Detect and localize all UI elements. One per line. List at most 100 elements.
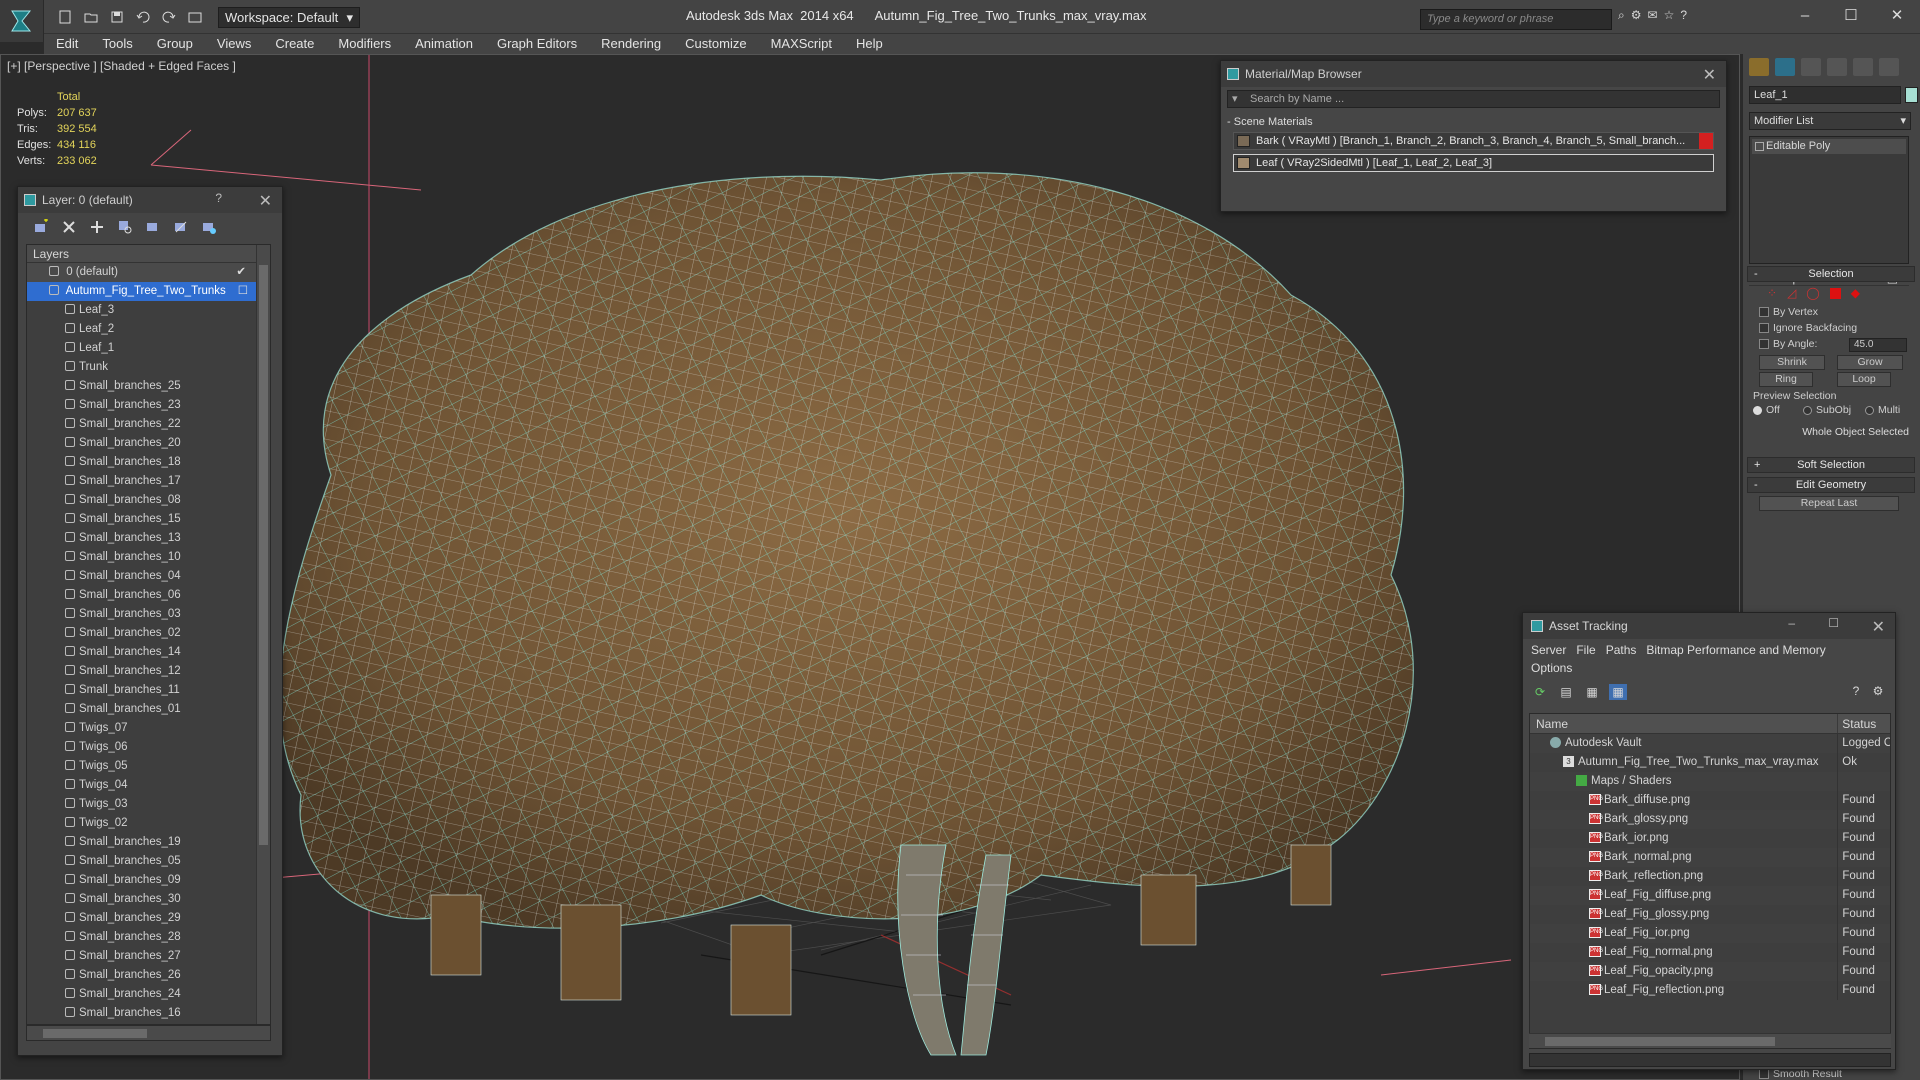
- horizontal-scrollbar[interactable]: [26, 1025, 271, 1041]
- add-to-layer-icon[interactable]: [88, 218, 106, 236]
- layer-object-row[interactable]: Small_branches_13: [27, 529, 270, 548]
- edit-geometry-rollout-header[interactable]: - Edit Geometry: [1747, 477, 1915, 493]
- layer-object-row[interactable]: Small_branches_12: [27, 662, 270, 681]
- radio-button[interactable]: [1803, 405, 1812, 415]
- table-view-icon[interactable]: ▦: [1609, 684, 1627, 700]
- help-icon[interactable]: ?: [1847, 683, 1865, 699]
- layer-object-row[interactable]: Small_branches_29: [27, 909, 270, 928]
- layer-object-row[interactable]: Twigs_06: [27, 738, 270, 757]
- layer-object-row[interactable]: Small_branches_30: [27, 890, 270, 909]
- by-angle-checkbox[interactable]: By Angle:: [1759, 338, 1817, 350]
- current-layer-box-icon[interactable]: ☐: [238, 282, 248, 301]
- close-icon[interactable]: ✕: [259, 191, 272, 211]
- communication-icon[interactable]: ✉: [1648, 8, 1658, 23]
- refresh-icon[interactable]: ⟳: [1531, 684, 1549, 700]
- hide-all-layers-icon[interactable]: [172, 218, 190, 236]
- minimize-icon[interactable]: –: [1788, 616, 1795, 630]
- shrink-button[interactable]: Shrink: [1759, 355, 1825, 370]
- menu-options[interactable]: Options: [1523, 657, 1895, 675]
- menu-help[interactable]: Help: [844, 34, 895, 54]
- project-folder-icon[interactable]: [184, 6, 206, 28]
- vertex-mode-icon[interactable]: ⁘: [1767, 286, 1777, 300]
- checkbox[interactable]: [1759, 307, 1769, 317]
- select-objects-icon[interactable]: [116, 218, 134, 236]
- ignore-backfacing-checkbox[interactable]: Ignore Backfacing: [1759, 322, 1857, 334]
- soft-selection-rollout-header[interactable]: + Soft Selection: [1747, 457, 1915, 473]
- asset-row[interactable]: PNGBark_glossy.png Found: [1530, 810, 1890, 829]
- asset-row[interactable]: PNGLeaf_Fig_ior.png Found: [1530, 924, 1890, 943]
- display-tab-icon[interactable]: [1853, 58, 1873, 76]
- layer-object-row[interactable]: Small_branches_06: [27, 586, 270, 605]
- delete-layer-icon[interactable]: [60, 218, 78, 236]
- layer-object-row[interactable]: Small_branches_01: [27, 700, 270, 719]
- layer-object-row[interactable]: Small_branches_15: [27, 510, 270, 529]
- menu-animation[interactable]: Animation: [403, 34, 485, 54]
- material-row-leaf[interactable]: Leaf ( VRay2SidedMtl ) [Leaf_1, Leaf_2, …: [1233, 154, 1714, 172]
- asset-tracking-titlebar[interactable]: Asset Tracking – ☐ ✕: [1523, 613, 1895, 639]
- scroll-thumb[interactable]: [1545, 1037, 1775, 1046]
- layer-object-row[interactable]: Twigs_03: [27, 795, 270, 814]
- help-icon[interactable]: ?: [1680, 8, 1687, 23]
- asset-row[interactable]: PNGBark_reflection.png Found: [1530, 867, 1890, 886]
- settings-icon[interactable]: ⚙: [1869, 683, 1887, 699]
- checkbox[interactable]: [1759, 323, 1769, 333]
- layer-object-row[interactable]: Small_branches_10: [27, 548, 270, 567]
- maximize-button[interactable]: ☐: [1838, 4, 1864, 26]
- grow-button[interactable]: Grow: [1837, 355, 1903, 370]
- modifier-stack-item[interactable]: Editable Poly: [1752, 139, 1906, 154]
- layer-object-row[interactable]: Small_branches_19: [27, 833, 270, 852]
- checkbox[interactable]: [1759, 339, 1769, 349]
- modifier-list-dropdown[interactable]: Modifier List ▾: [1749, 112, 1911, 130]
- asset-row[interactable]: Maps / Shaders: [1530, 772, 1890, 791]
- layer-object-row[interactable]: Small_branches_17: [27, 472, 270, 491]
- close-icon[interactable]: ✕: [1872, 617, 1885, 637]
- radio-button[interactable]: [1865, 405, 1874, 415]
- checkbox[interactable]: [1759, 1069, 1769, 1079]
- layer-object-row[interactable]: Twigs_05: [27, 757, 270, 776]
- layer-object-row[interactable]: Twigs_07: [27, 719, 270, 738]
- menu-bitmap-performance[interactable]: Bitmap Performance and Memory: [1646, 643, 1825, 657]
- layer-object-row[interactable]: Leaf_3: [27, 301, 270, 320]
- layer-object-row[interactable]: Trunk: [27, 358, 270, 377]
- layer-object-row[interactable]: Leaf_2: [27, 320, 270, 339]
- menu-modifiers[interactable]: Modifiers: [326, 34, 403, 54]
- app-menu-button[interactable]: [0, 0, 44, 42]
- asset-row[interactable]: PNGLeaf_Fig_diffuse.png Found: [1530, 886, 1890, 905]
- layer-row-default[interactable]: 0 (default) ✔: [27, 263, 270, 282]
- asset-row[interactable]: PNGLeaf_Fig_reflection.png Found: [1530, 981, 1890, 1000]
- material-search-input[interactable]: ▾ Search by Name ...: [1227, 90, 1720, 108]
- layer-object-row[interactable]: Small_branches_03: [27, 605, 270, 624]
- minimize-button[interactable]: –: [1792, 4, 1818, 26]
- menu-customize[interactable]: Customize: [673, 34, 758, 54]
- layer-object-row[interactable]: Small_branches_28: [27, 928, 270, 947]
- asset-row[interactable]: PNGBark_diffuse.png Found: [1530, 791, 1890, 810]
- layer-object-row[interactable]: Small_branches_22: [27, 415, 270, 434]
- asset-row[interactable]: Autodesk Vault Logged O: [1530, 734, 1890, 753]
- open-file-icon[interactable]: [80, 6, 102, 28]
- by-vertex-checkbox[interactable]: By Vertex: [1759, 306, 1818, 318]
- menu-tools[interactable]: Tools: [90, 34, 144, 54]
- asset-row[interactable]: PNGLeaf_Fig_opacity.png Found: [1530, 962, 1890, 981]
- freeze-all-layers-icon[interactable]: [200, 218, 218, 236]
- create-tab-icon[interactable]: [1749, 58, 1769, 76]
- menu-paths[interactable]: Paths: [1606, 643, 1637, 657]
- layer-object-row[interactable]: Small_branches_05: [27, 852, 270, 871]
- vertical-scrollbar[interactable]: [256, 245, 270, 1024]
- loop-button[interactable]: Loop: [1837, 372, 1891, 387]
- material-browser-titlebar[interactable]: Material/Map Browser ✕: [1221, 61, 1726, 87]
- menu-rendering[interactable]: Rendering: [589, 34, 673, 54]
- viewport-label[interactable]: [+] [Perspective ] [Shaded + Edged Faces…: [7, 59, 236, 73]
- save-icon[interactable]: [106, 6, 128, 28]
- subscription-icon[interactable]: ⚙: [1631, 8, 1642, 23]
- binoculars-icon[interactable]: ⌕: [1618, 8, 1625, 23]
- menu-maxscript[interactable]: MAXScript: [759, 34, 844, 54]
- layer-object-row[interactable]: Small_branches_04: [27, 567, 270, 586]
- workspace-dropdown[interactable]: Workspace: Default ▾: [218, 7, 360, 28]
- border-mode-icon[interactable]: ◯: [1806, 286, 1819, 300]
- radio-button[interactable]: [1753, 405, 1762, 415]
- close-window-button[interactable]: ✕: [1884, 4, 1910, 26]
- element-mode-icon[interactable]: ◆: [1851, 286, 1860, 300]
- asset-row[interactable]: PNGLeaf_Fig_normal.png Found: [1530, 943, 1890, 962]
- preview-subobj-radio[interactable]: SubObj: [1803, 404, 1851, 416]
- preview-multi-radio[interactable]: Multi: [1865, 404, 1900, 416]
